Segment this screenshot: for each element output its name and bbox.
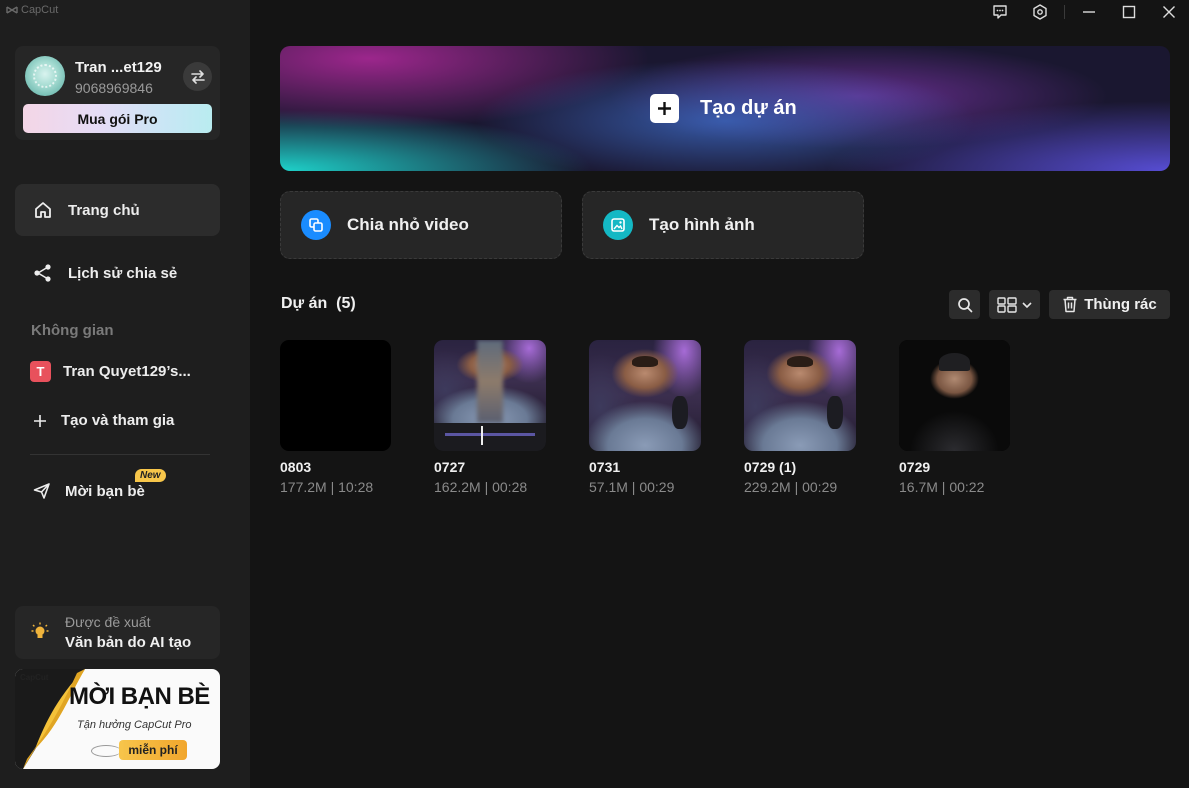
buy-pro-button[interactable]: Mua gói Pro (23, 104, 212, 133)
invite-friends-button[interactable]: Mời bạn bè (33, 482, 145, 500)
create-image-label: Tạo hình ảnh (649, 215, 755, 234)
project-card[interactable]: 0731 57.1M | 00:29 (589, 340, 704, 495)
invite-label: Mời bạn bè (65, 482, 145, 500)
project-meta: 177.2M | 10:28 (280, 479, 374, 495)
invite-promo-banner[interactable]: CapCut MỜI BẠN BÈ Tận hưởng CapCut Pro m… (15, 669, 220, 769)
project-name: 0731 (589, 459, 621, 475)
split-video-label: Chia nhỏ video (347, 215, 469, 234)
project-thumbnail[interactable] (899, 340, 1010, 451)
tag-string (91, 745, 121, 757)
project-card[interactable]: 0727 162.2M | 00:28 (434, 340, 549, 495)
switch-account-button[interactable] (183, 62, 212, 91)
free-tag: miễn phí (119, 740, 187, 760)
project-name: 0729 (899, 459, 931, 475)
space-section-label: Không gian (31, 322, 114, 339)
nav-home[interactable]: Trang chủ (15, 184, 220, 236)
nav-home-label: Trang chủ (68, 201, 140, 219)
plus-square-icon (650, 94, 679, 123)
avatar[interactable] (25, 56, 65, 96)
trash-icon (1063, 296, 1077, 313)
suggestion-card[interactable]: Được đề xuất Văn bản do AI tạo (15, 606, 220, 659)
create-image-button[interactable]: Tạo hình ảnh (582, 191, 864, 259)
settings-icon (1033, 4, 1047, 20)
create-project-banner[interactable]: Tạo dự án (280, 46, 1170, 171)
split-video-button[interactable]: Chia nhỏ video (280, 191, 562, 259)
space-name: Tran Quyet129’s... (63, 362, 191, 380)
settings-button[interactable] (1020, 0, 1060, 24)
feedback-button[interactable] (980, 0, 1020, 24)
project-card[interactable]: 0803 177.2M | 10:28 (280, 340, 395, 495)
project-thumbnail[interactable] (744, 340, 856, 451)
capcut-window: CapCut Tran ...et129 9068969846 Mua gói … (0, 0, 1189, 788)
trash-button[interactable]: Thùng rác (1049, 290, 1170, 319)
project-name: 0727 (434, 459, 466, 475)
maximize-button[interactable] (1109, 0, 1149, 24)
share-icon (34, 264, 51, 282)
project-card[interactable]: 0729 (1) 229.2M | 00:29 (744, 340, 859, 495)
space-item[interactable]: T Tran Quyet129’s... (30, 359, 220, 383)
close-icon (1163, 6, 1175, 18)
create-join-space-button[interactable]: Tạo và tham gia (33, 412, 174, 429)
project-thumbnail[interactable] (589, 340, 701, 451)
new-badge: New (135, 469, 166, 482)
create-project-content: Tạo dự án (650, 94, 797, 123)
user-phone: 9068969846 (75, 80, 153, 96)
project-meta: 57.1M | 00:29 (589, 479, 675, 495)
project-thumbnail[interactable] (280, 340, 391, 451)
app-brand: CapCut (6, 4, 58, 16)
trash-label: Thùng rác (1084, 296, 1157, 313)
close-button[interactable] (1149, 0, 1189, 24)
project-card[interactable]: 0729 16.7M | 00:22 (899, 340, 1014, 495)
space-badge: T (30, 360, 51, 382)
search-icon (957, 297, 972, 312)
plus-icon (34, 414, 46, 427)
project-meta: 229.2M | 00:29 (744, 479, 838, 495)
project-name: 0729 (1) (744, 459, 797, 475)
project-thumbnail[interactable] (434, 340, 546, 451)
minimize-icon (1083, 11, 1095, 13)
maximize-icon (1122, 5, 1136, 19)
view-toggle-button[interactable] (989, 290, 1040, 319)
grid-view-icon (997, 296, 1017, 313)
feedback-icon (993, 5, 1007, 19)
send-icon (33, 483, 50, 499)
capcut-logo-icon (6, 6, 18, 14)
project-name: 0803 (280, 459, 312, 475)
promo-brand: CapCut (20, 673, 49, 682)
lightbulb-icon (31, 622, 49, 638)
image-icon (603, 210, 633, 240)
nav-share-history-label: Lịch sử chia sẻ (68, 264, 178, 282)
promo-title: MỜI BẠN BÈ (69, 683, 210, 710)
nav-share-history[interactable]: Lịch sử chia sẻ (15, 247, 220, 299)
user-card: Tran ...et129 9068969846 Mua gói Pro (15, 46, 220, 140)
minimize-button[interactable] (1069, 0, 1109, 24)
promo-subtitle: Tận hưởng CapCut Pro (77, 719, 192, 731)
chevron-down-icon (1022, 301, 1032, 308)
create-project-label: Tạo dự án (700, 97, 797, 119)
app-brand-label: CapCut (21, 4, 59, 16)
home-icon (35, 202, 51, 218)
sidebar: CapCut Tran ...et129 9068969846 Mua gói … (0, 0, 250, 788)
user-name: Tran ...et129 (75, 59, 162, 76)
project-meta: 16.7M | 00:22 (899, 479, 985, 495)
title-bar-controls (980, 0, 1189, 24)
project-meta: 162.2M | 00:28 (434, 479, 528, 495)
projects-title: Dự án (5) (281, 295, 356, 312)
create-join-label: Tạo và tham gia (61, 412, 175, 429)
sidebar-divider (30, 454, 210, 455)
title-bar-separator (1064, 5, 1065, 19)
suggestion-label: Được đề xuất (65, 614, 151, 630)
search-button[interactable] (949, 290, 980, 319)
swap-icon (190, 69, 205, 84)
suggestion-title: Văn bản do AI tạo (65, 634, 192, 651)
split-video-icon (301, 210, 331, 240)
